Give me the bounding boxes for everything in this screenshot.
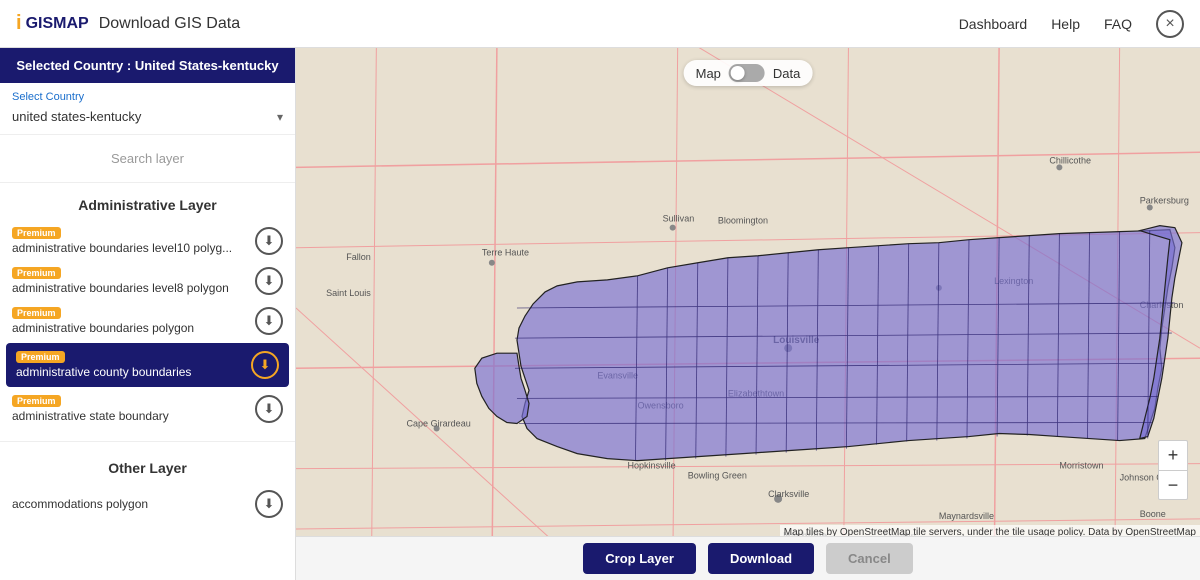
administrative-layer-group: Administrative Layer Premium administrat…	[0, 183, 295, 437]
svg-text:Boone: Boone	[1140, 509, 1166, 519]
other-layer-group: Other Layer accommodations polygon ⬇	[0, 446, 295, 532]
svg-text:Chillicothe: Chillicothe	[1049, 155, 1091, 165]
toggle-switch[interactable]	[729, 64, 765, 82]
layer-item[interactable]: Premium administrative state boundary ⬇	[0, 389, 295, 429]
layer-name: administrative state boundary	[12, 409, 255, 423]
premium-badge: Premium	[16, 351, 65, 363]
layer-name: administrative boundaries level8 polygon	[12, 281, 255, 295]
layer-item-info: Premium administrative boundaries level8…	[12, 267, 255, 295]
zoom-out-button[interactable]: −	[1158, 470, 1188, 500]
cancel-button: Cancel	[826, 543, 913, 574]
layer-name: administrative boundaries level10 polyg.…	[12, 241, 255, 255]
svg-text:Charleston: Charleston	[1140, 300, 1184, 310]
select-country-label: Select Country	[12, 91, 283, 103]
administrative-layer-title: Administrative Layer	[0, 191, 295, 221]
faq-link[interactable]: FAQ	[1104, 16, 1132, 32]
header-left: i GISMAP Download GIS Data	[16, 12, 240, 35]
logo: i GISMAP	[16, 12, 89, 35]
search-layer-section: Search layer	[0, 135, 295, 183]
svg-text:Elizabethtown: Elizabethtown	[728, 388, 784, 398]
page-title: Download GIS Data	[99, 15, 240, 33]
svg-text:Owensboro: Owensboro	[638, 400, 684, 410]
layer-item-active[interactable]: Premium administrative county boundaries…	[6, 343, 289, 387]
download-icon[interactable]: ⬇	[255, 307, 283, 335]
map-data-toggle[interactable]: Map Data	[684, 60, 813, 86]
country-value: united states-kentucky	[12, 109, 141, 124]
layer-item-info: Premium administrative county boundaries	[16, 351, 251, 379]
download-icon[interactable]: ⬇	[255, 227, 283, 255]
layer-item-info: Premium administrative boundaries level1…	[12, 227, 255, 255]
map-toggle-map-label: Map	[696, 66, 721, 81]
svg-text:Terre Haute: Terre Haute	[482, 248, 529, 258]
premium-badge: Premium	[12, 227, 61, 239]
country-dropdown[interactable]: united states-kentucky ▾	[12, 107, 283, 126]
layer-item-info: accommodations polygon	[12, 497, 255, 511]
svg-text:Saint Louis: Saint Louis	[326, 288, 371, 298]
download-button[interactable]: Download	[708, 543, 814, 574]
svg-text:Cape Girardeau: Cape Girardeau	[406, 418, 470, 428]
zoom-in-button[interactable]: +	[1158, 440, 1188, 470]
crop-layer-button[interactable]: Crop Layer	[583, 543, 696, 574]
svg-text:Bowling Green: Bowling Green	[688, 471, 747, 481]
zoom-controls: + −	[1158, 440, 1188, 500]
select-country-section: Select Country united states-kentucky ▾	[0, 83, 295, 135]
layer-item[interactable]: accommodations polygon ⬇	[0, 484, 295, 524]
search-layer-label: Search layer	[12, 151, 283, 166]
app-header: i GISMAP Download GIS Data Dashboard Hel…	[0, 0, 1200, 48]
other-layer-title: Other Layer	[0, 454, 295, 484]
selected-country-banner: Selected Country : United States-kentuck…	[0, 48, 295, 83]
premium-badge: Premium	[12, 307, 61, 319]
bottom-action-bar: Crop Layer Download Cancel	[296, 536, 1200, 580]
logo-text: GISMAP	[26, 15, 89, 33]
divider	[0, 441, 295, 442]
svg-text:Morristown: Morristown	[1059, 461, 1103, 471]
premium-badge: Premium	[12, 395, 61, 407]
svg-text:Hopkinsville: Hopkinsville	[627, 461, 675, 471]
download-icon[interactable]: ⬇	[255, 267, 283, 295]
close-button[interactable]: ×	[1156, 10, 1184, 38]
dashboard-link[interactable]: Dashboard	[959, 16, 1028, 32]
layer-item[interactable]: Premium administrative boundaries level8…	[0, 261, 295, 301]
download-icon[interactable]: ⬇	[251, 351, 279, 379]
map-container[interactable]: Terre Haute Sullivan Bloomington Louisvi…	[296, 48, 1200, 580]
svg-text:Lexington: Lexington	[994, 276, 1033, 286]
main-content: Selected Country : United States-kentuck…	[0, 48, 1200, 580]
layer-name: administrative county boundaries	[16, 365, 251, 379]
layer-item[interactable]: Premium administrative boundaries polygo…	[0, 301, 295, 341]
svg-text:Clarksville: Clarksville	[768, 489, 809, 499]
layer-item-info: Premium administrative boundaries polygo…	[12, 307, 255, 335]
layer-name: accommodations polygon	[12, 497, 255, 511]
toggle-knob	[731, 66, 745, 80]
layer-item-info: Premium administrative state boundary	[12, 395, 255, 423]
download-icon[interactable]: ⬇	[255, 395, 283, 423]
logo-icon: i	[16, 12, 22, 35]
chevron-down-icon: ▾	[277, 110, 283, 124]
premium-badge: Premium	[12, 267, 61, 279]
sidebar: Selected Country : United States-kentuck…	[0, 48, 296, 580]
svg-text:Sullivan: Sullivan	[663, 214, 695, 224]
help-link[interactable]: Help	[1051, 16, 1080, 32]
svg-text:Bloomington: Bloomington	[718, 216, 768, 226]
svg-text:Louisville: Louisville	[773, 335, 820, 346]
header-nav: Dashboard Help FAQ ×	[959, 10, 1184, 38]
svg-text:Evansville: Evansville	[597, 370, 638, 380]
map-toggle-data-label: Data	[773, 66, 800, 81]
svg-text:Fallon: Fallon	[346, 252, 371, 262]
map-background: Terre Haute Sullivan Bloomington Louisvi…	[296, 48, 1200, 580]
download-icon[interactable]: ⬇	[255, 490, 283, 518]
layer-name: administrative boundaries polygon	[12, 321, 255, 335]
svg-text:Maynardsville: Maynardsville	[939, 511, 994, 521]
svg-text:Parkersburg: Parkersburg	[1140, 196, 1189, 206]
layer-item[interactable]: Premium administrative boundaries level1…	[0, 221, 295, 261]
